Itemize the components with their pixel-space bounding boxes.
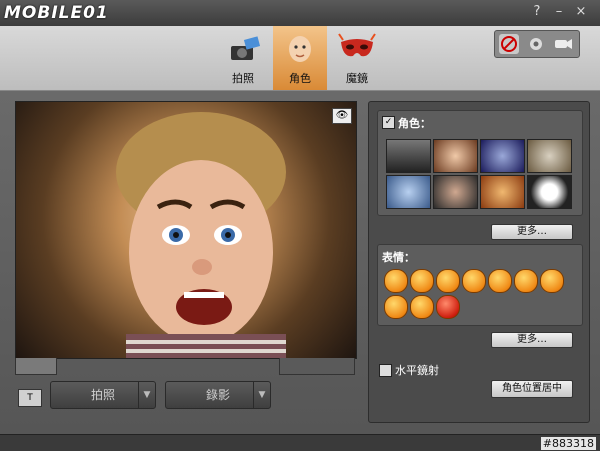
snapshot-button-label: 拍照 xyxy=(90,388,115,402)
main-area: 👁 T 拍照 ▼ 錄影 ▼ ✓ 角色： 更多… 表情： 更多… 水平鏡射 角色位… xyxy=(0,91,600,434)
character-group: ✓ 角色： xyxy=(377,110,583,216)
tab-character[interactable]: 角色 xyxy=(273,26,327,90)
emoticon[interactable] xyxy=(410,295,434,319)
record-button[interactable]: 錄影 ▼ xyxy=(165,381,271,409)
emoticon[interactable] xyxy=(410,269,434,293)
camera-source-icon[interactable] xyxy=(15,358,57,375)
status-bar: #883318 xyxy=(0,434,600,451)
eye-icon[interactable]: 👁 xyxy=(332,108,352,124)
no-record-icon[interactable] xyxy=(499,34,519,54)
emoticon[interactable] xyxy=(514,269,538,293)
preview-footer-tab xyxy=(279,358,355,375)
chevron-down-icon[interactable]: ▼ xyxy=(253,382,270,408)
character-thumb[interactable] xyxy=(480,175,525,209)
character-thumb[interactable] xyxy=(386,175,431,209)
minimize-button[interactable]: – xyxy=(550,3,568,21)
tab-snapshot[interactable]: 拍照 xyxy=(216,26,270,90)
emoticon[interactable] xyxy=(436,295,460,319)
character-checkbox[interactable]: ✓ xyxy=(382,116,395,129)
close-button[interactable]: × xyxy=(572,3,590,21)
emoticon[interactable] xyxy=(436,269,460,293)
effect-toggle-icon[interactable]: T xyxy=(18,389,42,407)
character-thumb[interactable] xyxy=(527,139,572,173)
tab-character-label: 角色 xyxy=(289,72,311,85)
gear-icon[interactable] xyxy=(526,34,546,54)
tab-snapshot-label: 拍照 xyxy=(232,72,254,85)
character-title: 角色： xyxy=(398,117,431,130)
right-tool-group xyxy=(494,30,580,58)
baby-face-icon xyxy=(280,32,320,66)
camera-preview: 👁 xyxy=(15,101,357,359)
expression-more-button[interactable]: 更多… xyxy=(491,332,573,348)
preview-footer xyxy=(15,358,355,376)
help-button[interactable]: ? xyxy=(528,3,546,21)
chevron-down-icon[interactable]: ▼ xyxy=(138,382,155,408)
title-bar: MOBILE01 ? – × xyxy=(0,0,600,27)
snapshot-button[interactable]: 拍照 ▼ xyxy=(50,381,156,409)
emoticon[interactable] xyxy=(488,269,512,293)
expression-group: 表情： xyxy=(377,244,583,326)
expression-title: 表情： xyxy=(382,251,415,264)
watermark: #883318 xyxy=(540,437,596,450)
character-thumb[interactable] xyxy=(527,175,572,209)
record-button-label: 錄影 xyxy=(205,388,230,402)
mirror-checkbox[interactable] xyxy=(379,364,392,377)
emoticon[interactable] xyxy=(384,295,408,319)
emoticon[interactable] xyxy=(384,269,408,293)
effects-panel: ✓ 角色： 更多… 表情： 更多… 水平鏡射 角色位置居中 xyxy=(368,101,590,423)
puppet-face-image xyxy=(116,112,286,358)
emoticon[interactable] xyxy=(540,269,564,293)
camera-icon xyxy=(223,32,263,66)
center-character-button[interactable]: 角色位置居中 xyxy=(491,380,573,398)
tab-magic-mirror[interactable]: 魔鏡 xyxy=(330,26,384,90)
mask-icon xyxy=(337,32,377,66)
character-thumb[interactable] xyxy=(433,139,478,173)
app-window: MOBILE01 ? – × 拍照 角色 魔鏡 👁 T 拍照 ▼ 錄影 ▼ ✓ … xyxy=(0,0,600,451)
character-thumb[interactable] xyxy=(386,139,431,173)
mode-toolbar: 拍照 角色 魔鏡 xyxy=(0,26,600,91)
emoticon[interactable] xyxy=(462,269,486,293)
tab-magic-mirror-label: 魔鏡 xyxy=(346,72,368,85)
character-more-button[interactable]: 更多… xyxy=(491,224,573,240)
character-thumb[interactable] xyxy=(480,139,525,173)
mirror-label: 水平鏡射 xyxy=(395,364,439,377)
webcam-icon[interactable] xyxy=(553,34,573,54)
character-thumb[interactable] xyxy=(433,175,478,209)
app-logo: MOBILE01 xyxy=(4,3,109,23)
